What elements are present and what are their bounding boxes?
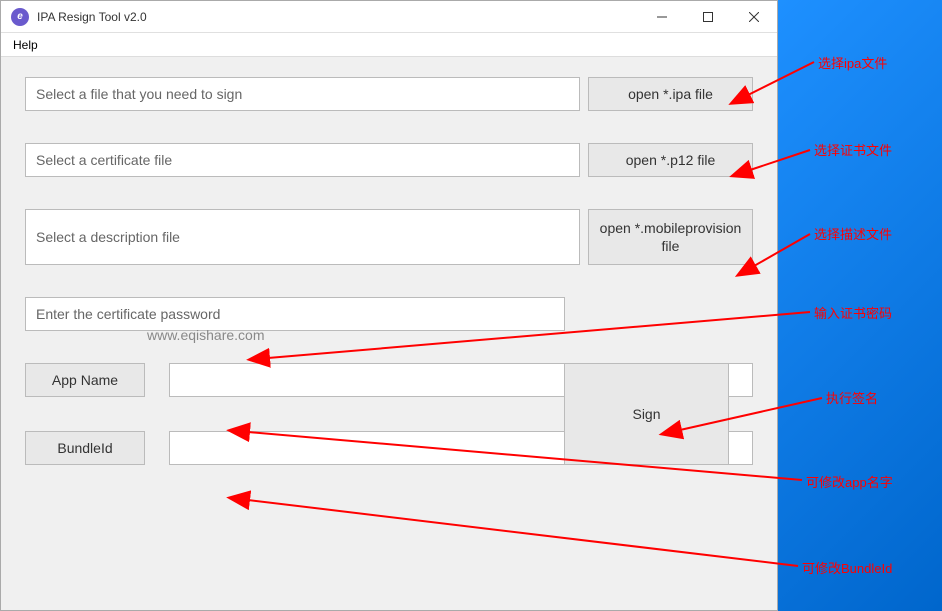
content-area: open *.ipa file open *.p12 file open *.m… (1, 57, 777, 610)
provision-row: open *.mobileprovision file (25, 209, 753, 265)
annotation-ipa: 选择ipa文件 (818, 53, 887, 72)
annotation-bundleid: 可修改BundleId (802, 558, 892, 577)
ipa-file-input[interactable] (25, 77, 580, 111)
annotation-sign: 执行签名 (826, 388, 878, 407)
cert-file-input[interactable] (25, 143, 580, 177)
close-button[interactable] (731, 1, 777, 33)
open-mobileprovision-button[interactable]: open *.mobileprovision file (588, 209, 753, 265)
annotation-password: 输入证书密码 (814, 303, 892, 322)
annotation-provision: 选择描述文件 (814, 224, 892, 243)
app-icon (11, 8, 29, 26)
bundleid-button[interactable]: BundleId (25, 431, 145, 465)
appname-button[interactable]: App Name (25, 363, 145, 397)
window-title: IPA Resign Tool v2.0 (37, 10, 639, 24)
app-window: IPA Resign Tool v2.0 Help open *.ipa fil… (0, 0, 778, 611)
annotation-appname: 可修改app名字 (806, 472, 893, 491)
titlebar: IPA Resign Tool v2.0 (1, 1, 777, 33)
provision-file-input[interactable] (25, 209, 580, 265)
menu-help[interactable]: Help (5, 36, 46, 54)
ipa-row: open *.ipa file (25, 77, 753, 111)
menubar: Help (1, 33, 777, 57)
maximize-button[interactable] (685, 1, 731, 33)
sign-button[interactable]: Sign (564, 363, 729, 465)
signing-group: Sign App Name BundleId (25, 363, 753, 465)
open-p12-button[interactable]: open *.p12 file (588, 143, 753, 177)
cert-password-input[interactable] (25, 297, 565, 331)
minimize-button[interactable] (639, 1, 685, 33)
annotation-cert: 选择证书文件 (814, 140, 892, 159)
cert-row: open *.p12 file (25, 143, 753, 177)
open-ipa-button[interactable]: open *.ipa file (588, 77, 753, 111)
password-row (25, 297, 753, 331)
window-controls (639, 1, 777, 33)
